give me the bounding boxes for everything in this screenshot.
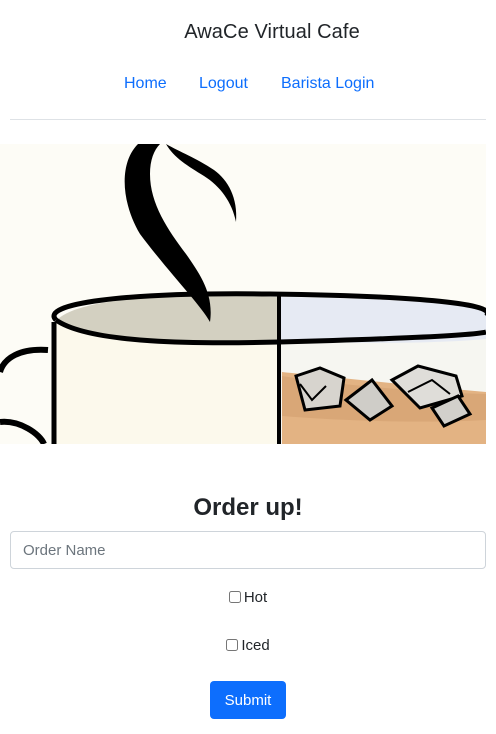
- order-heading: Order up!: [193, 494, 303, 521]
- submit-button[interactable]: Submit: [210, 681, 286, 719]
- coffee-cup-hero-image: [0, 144, 486, 444]
- order-name-input[interactable]: [10, 531, 486, 569]
- hot-label: Hot: [243, 589, 268, 606]
- iced-label: Iced: [241, 637, 270, 654]
- nav-link-logout[interactable]: Logout: [199, 72, 248, 96]
- header-divider: [10, 119, 486, 120]
- main-nav: Home Logout Barista Login: [0, 72, 496, 96]
- hot-option: Hot: [0, 588, 496, 608]
- iced-option: Iced: [0, 636, 496, 656]
- nav-link-home[interactable]: Home: [124, 72, 167, 96]
- hot-checkbox[interactable]: [228, 591, 241, 603]
- iced-checkbox[interactable]: [226, 639, 239, 651]
- nav-link-barista-login[interactable]: Barista Login: [281, 72, 374, 96]
- site-title: AwaCe Virtual Cafe: [184, 21, 360, 43]
